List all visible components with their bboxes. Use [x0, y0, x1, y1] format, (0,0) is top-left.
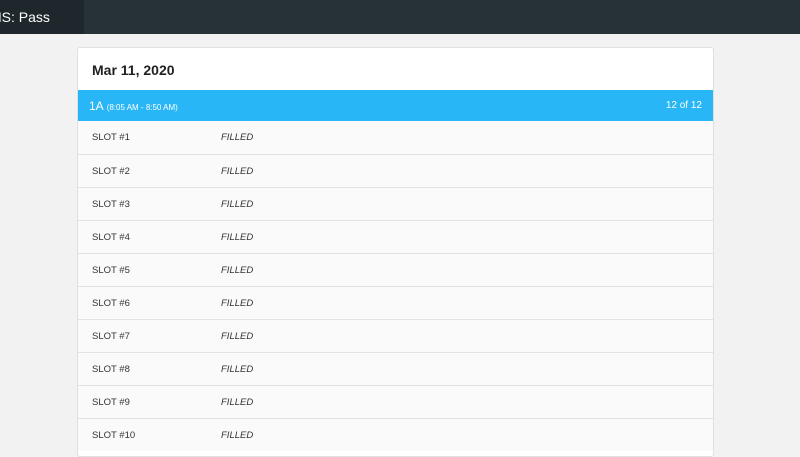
slot-label: SLOT #1: [92, 132, 130, 143]
period-name: 1A: [89, 98, 104, 113]
slot-row[interactable]: SLOT #9 FILLED: [78, 385, 713, 418]
slot-status: FILLED: [221, 165, 254, 177]
slot-label: SLOT #2: [92, 165, 130, 177]
slot-label: SLOT #3: [92, 198, 130, 210]
slot-label: SLOT #7: [92, 330, 130, 342]
slot-label: SLOT #9: [92, 396, 130, 408]
slot-row[interactable]: SLOT #1 FILLED: [78, 121, 713, 154]
slot-status: FILLED: [221, 297, 254, 309]
slot-status: FILLED: [221, 231, 254, 243]
top-app-bar: MS: Pass: [0, 0, 800, 34]
slot-row[interactable]: SLOT #2 FILLED: [78, 154, 713, 187]
slot-label: SLOT #8: [92, 363, 130, 375]
schedule-card: Mar 11, 2020 1A (8:05 AM - 8:50 AM) 12 o…: [77, 47, 714, 457]
slot-row[interactable]: SLOT #8 FILLED: [78, 352, 713, 385]
card-date-title: Mar 11, 2020: [92, 62, 175, 78]
period-info: 1A (8:05 AM - 8:50 AM): [89, 99, 178, 113]
period-time: (8:05 AM - 8:50 AM): [106, 102, 178, 112]
slot-status: FILLED: [221, 132, 254, 143]
period-header-1a[interactable]: 1A (8:05 AM - 8:50 AM) 12 of 12: [78, 90, 713, 121]
slot-status: FILLED: [221, 264, 254, 276]
slot-status: FILLED: [221, 429, 254, 441]
slot-status: FILLED: [221, 396, 254, 408]
slot-list: SLOT #1 FILLED SLOT #2 FILLED SLOT #3 FI…: [78, 121, 713, 451]
slot-row[interactable]: SLOT #7 FILLED: [78, 319, 713, 352]
slot-row[interactable]: SLOT #5 FILLED: [78, 253, 713, 286]
slot-status: FILLED: [221, 198, 254, 210]
slot-label: SLOT #4: [92, 231, 130, 243]
slot-row[interactable]: SLOT #10 FILLED: [78, 418, 713, 451]
slot-row[interactable]: SLOT #4 FILLED: [78, 220, 713, 253]
slot-label: SLOT #10: [92, 429, 136, 441]
period-slot-count: 12 of 12: [665, 100, 702, 111]
slot-label: SLOT #6: [92, 297, 130, 309]
slot-row[interactable]: SLOT #3 FILLED: [78, 187, 713, 220]
slot-row[interactable]: SLOT #6 FILLED: [78, 286, 713, 319]
slot-status: FILLED: [221, 363, 254, 375]
slot-status: FILLED: [221, 330, 254, 342]
slot-label: SLOT #5: [92, 264, 130, 276]
app-title[interactable]: MS: Pass: [0, 0, 84, 34]
